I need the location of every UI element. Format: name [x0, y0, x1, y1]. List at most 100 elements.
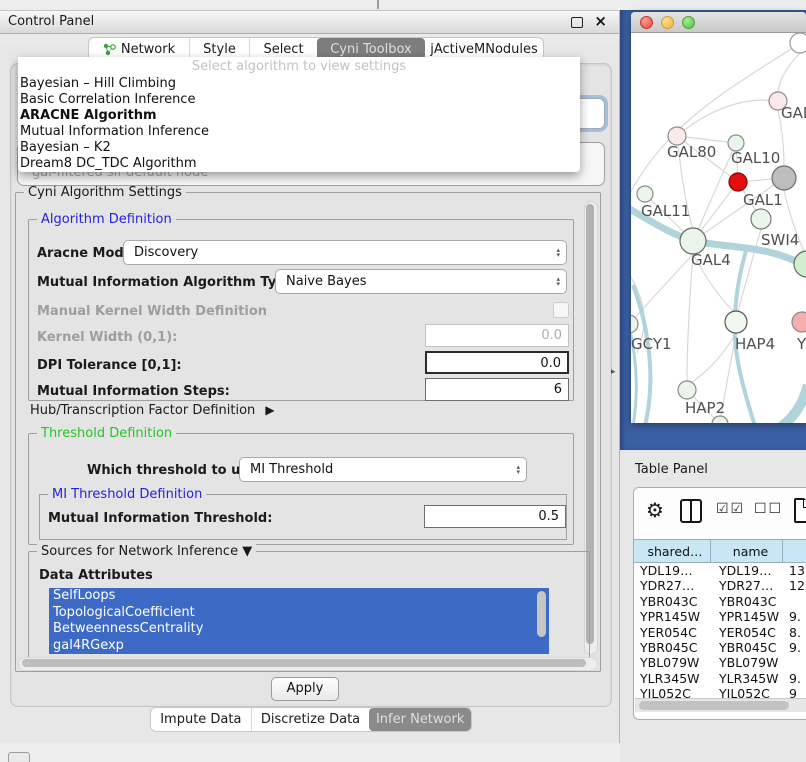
- menu-item[interactable]: Basic Correlation Inference: [18, 92, 580, 108]
- float-window-icon[interactable]: [571, 17, 583, 28]
- table-row[interactable]: YPR145W YPR145W 9.: [634, 609, 806, 624]
- list-item[interactable]: gal4RGexp: [49, 638, 549, 655]
- cell[interactable]: YER054C: [711, 625, 783, 640]
- table-row[interactable]: YBR043C YBR043C: [634, 594, 806, 609]
- mi-steps-field[interactable]: 6: [425, 378, 569, 401]
- network-canvas[interactable]: GAL80 GAL10 GAL1 GAL11 SWI4 GAL4 GCY1 HA…: [631, 33, 806, 423]
- menu-item[interactable]: Dream8 DC_TDC Algorithm: [18, 156, 580, 172]
- deselect-all-checkboxes-icon[interactable]: ☐☐: [754, 501, 783, 517]
- cell[interactable]: YBL079W: [634, 655, 711, 670]
- close-traffic-light-icon[interactable]: [640, 16, 653, 29]
- cell[interactable]: YBR045C: [711, 640, 783, 655]
- kernel-width-field[interactable]: 0.0: [425, 324, 569, 347]
- list-vscroll-thumb[interactable]: [537, 591, 546, 637]
- node-label: HAP2: [685, 399, 725, 417]
- apply-button[interactable]: Apply: [271, 677, 339, 701]
- table-row[interactable]: YER054C YER054C 8.: [634, 625, 806, 640]
- node-label: GAL4: [691, 251, 731, 269]
- settings-hscroll-thumb[interactable]: [22, 659, 586, 667]
- cell[interactable]: YBR043C: [634, 594, 711, 609]
- collapse-arrow-icon[interactable]: ▼: [242, 544, 252, 559]
- cell[interactable]: YDL19…: [711, 563, 783, 578]
- gear-icon[interactable]: ⚙: [646, 498, 664, 522]
- aracne-mode-combo[interactable]: Discovery ▴▾: [123, 240, 567, 265]
- close-icon[interactable]: ×: [594, 12, 607, 30]
- cell[interactable]: YDR27…: [711, 578, 783, 593]
- menu-item-selected[interactable]: ARACNE Algorithm: [18, 108, 580, 124]
- cell[interactable]: 9.: [783, 671, 806, 686]
- split-pane-arrow-icon[interactable]: ▸: [611, 367, 616, 377]
- node-gcy1[interactable]: [631, 315, 638, 333]
- cell[interactable]: 9.: [783, 640, 806, 655]
- node-hap2[interactable]: [678, 381, 696, 399]
- which-threshold-combo[interactable]: MI Threshold ▴▾: [239, 457, 527, 482]
- expand-arrow-icon[interactable]: ▶: [265, 403, 274, 417]
- cell[interactable]: YBL079W: [711, 655, 783, 670]
- cell[interactable]: YLR345W: [634, 671, 711, 686]
- cell[interactable]: 12: [783, 578, 806, 593]
- list-item[interactable]: SelfLoops: [49, 588, 549, 605]
- columns-icon[interactable]: [680, 499, 702, 523]
- tab-infer-network[interactable]: Infer Network: [369, 708, 471, 731]
- node-gal1[interactable]: [751, 209, 771, 229]
- node[interactable]: [790, 33, 806, 53]
- hub-definition-expander[interactable]: Hub/Transcription Factor Definition ▶: [30, 403, 275, 418]
- node-pink[interactable]: [792, 312, 806, 332]
- select-all-checkboxes-icon[interactable]: ☑☑: [716, 501, 745, 517]
- column-header[interactable]: name: [711, 539, 783, 563]
- tab-discretize-data[interactable]: Discretize Data: [251, 708, 370, 731]
- sources-title[interactable]: Sources for Network Inference ▼: [37, 544, 256, 559]
- network-node-labels: GAL80 GAL10 GAL1 GAL11 SWI4 GAL4 GCY1 HA…: [631, 104, 806, 417]
- column-header[interactable]: shared…: [634, 539, 711, 563]
- cell[interactable]: YDL19…: [634, 563, 711, 578]
- node[interactable]: [712, 416, 728, 423]
- list-item[interactable]: TopologicalCoefficient: [49, 605, 549, 622]
- mi-algorithm-type-combo[interactable]: Naive Bayes ▴▾: [275, 269, 567, 294]
- cell[interactable]: YLR345W: [711, 671, 783, 686]
- network-view-window[interactable]: GAL80 GAL10 GAL1 GAL11 SWI4 GAL4 GCY1 HA…: [631, 12, 806, 423]
- zoom-traffic-light-icon[interactable]: [682, 16, 695, 29]
- data-attributes-list[interactable]: SelfLoops TopologicalCoefficient Between…: [49, 588, 549, 654]
- menu-item[interactable]: Mutual Information Inference: [18, 124, 580, 140]
- node-gal11[interactable]: [637, 186, 653, 202]
- corner-button[interactable]: [8, 752, 30, 762]
- column-header[interactable]: [783, 539, 806, 563]
- table-hscroll-thumb[interactable]: [639, 701, 789, 710]
- cell[interactable]: 9.: [783, 609, 806, 624]
- node-red-selected[interactable]: [729, 173, 747, 191]
- node-label: Y: [796, 335, 806, 353]
- export-table-icon[interactable]: [794, 498, 806, 523]
- tab-impute-data[interactable]: Impute Data: [151, 708, 251, 731]
- table-row[interactable]: YLR345W YLR345W 9.: [634, 671, 806, 686]
- network-window-titlebar[interactable]: [631, 12, 806, 33]
- node-label: GAL1: [743, 191, 783, 209]
- cell[interactable]: 13: [783, 563, 806, 578]
- table-row[interactable]: YDR27… YDR27… 12: [634, 578, 806, 593]
- cell[interactable]: YDR27…: [634, 578, 711, 593]
- table-horizontal-scrollbar[interactable]: [635, 698, 806, 712]
- settings-horizontal-scrollbar[interactable]: [18, 657, 598, 671]
- node-hap4[interactable]: [725, 311, 747, 333]
- cell[interactable]: [783, 655, 806, 670]
- table-row[interactable]: YDL19… YDL19… 13: [634, 563, 806, 578]
- cell[interactable]: YPR145W: [634, 609, 711, 624]
- dpi-tolerance-field[interactable]: 0.0: [425, 351, 569, 374]
- cell[interactable]: YBR043C: [711, 594, 783, 609]
- menu-item[interactable]: Bayesian – Hill Climbing: [18, 76, 580, 92]
- table-row[interactable]: YBL079W YBL079W: [634, 655, 806, 670]
- cell[interactable]: 8.: [783, 625, 806, 640]
- sources-group: Sources for Network Inference ▼ Data Att…: [28, 551, 590, 668]
- node-swi4[interactable]: [794, 251, 806, 277]
- menu-item[interactable]: Bayesian – K2: [18, 140, 580, 156]
- cell[interactable]: YBR045C: [634, 640, 711, 655]
- cell[interactable]: YER054C: [634, 625, 711, 640]
- minimize-traffic-light-icon[interactable]: [661, 16, 674, 29]
- cell[interactable]: [783, 594, 806, 609]
- mi-algorithm-type-value: Naive Bayes: [286, 274, 366, 289]
- node-gray[interactable]: [772, 166, 796, 190]
- mi-threshold-field[interactable]: 0.5: [424, 505, 566, 528]
- list-item[interactable]: BetweennessCentrality: [49, 621, 549, 638]
- table-row[interactable]: YBR045C YBR045C 9.: [634, 640, 806, 655]
- manual-kernel-width-checkbox[interactable]: [553, 302, 569, 318]
- cell[interactable]: YPR145W: [711, 609, 783, 624]
